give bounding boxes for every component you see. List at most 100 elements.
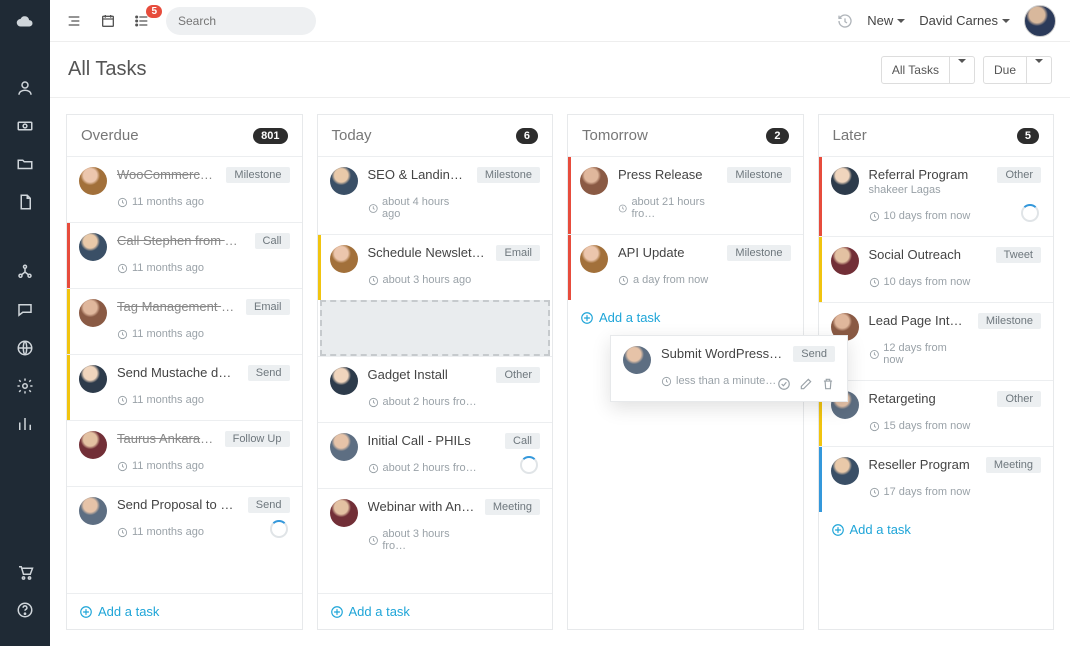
stats-icon[interactable] bbox=[15, 414, 35, 434]
search-input[interactable] bbox=[178, 14, 333, 28]
card-title: Press Release bbox=[618, 167, 717, 182]
card-tag: Send bbox=[248, 365, 290, 381]
card-title: Send Proposal to Mo… bbox=[117, 497, 238, 512]
task-card[interactable]: Call Stephen from Ge…11 months agoCall bbox=[67, 222, 302, 288]
card-tag: Milestone bbox=[727, 245, 790, 261]
column-count: 5 bbox=[1017, 128, 1039, 144]
task-card[interactable]: Gadget Installabout 2 hours fro…Other bbox=[318, 356, 553, 422]
add-task-button[interactable]: Add a task bbox=[819, 512, 1054, 547]
avatar[interactable] bbox=[1024, 5, 1056, 37]
add-task-button[interactable]: Add a task bbox=[568, 300, 803, 335]
card-title: Reseller Program bbox=[869, 457, 976, 472]
chat-icon[interactable] bbox=[15, 300, 35, 320]
task-card[interactable]: SEO & Landing pageabout 4 hours agoMiles… bbox=[318, 156, 553, 234]
task-card[interactable]: WooCommerce Blog11 months agoMilestone bbox=[67, 156, 302, 222]
cloud-icon[interactable] bbox=[15, 12, 35, 32]
card-time: 11 months ago bbox=[117, 196, 216, 208]
card-time: 11 months ago bbox=[117, 394, 238, 406]
scope-label[interactable]: All Tasks bbox=[881, 56, 950, 84]
scope-caret[interactable] bbox=[950, 56, 975, 84]
task-card[interactable]: Press Releaseabout 21 hours fro…Mileston… bbox=[568, 156, 803, 234]
column-title: Tomorrow bbox=[582, 127, 648, 144]
nav-rail bbox=[0, 0, 50, 646]
new-label: New bbox=[867, 13, 893, 28]
avatar bbox=[580, 167, 608, 195]
org-icon[interactable] bbox=[15, 262, 35, 282]
task-card[interactable]: Initial Call - PHILsabout 2 hours fro…Ca… bbox=[318, 422, 553, 488]
column-cards[interactable]: SEO & Landing pageabout 4 hours agoMiles… bbox=[318, 156, 553, 593]
page-title: All Tasks bbox=[68, 58, 147, 81]
task-card[interactable]: Social Outreach10 days from nowTweet bbox=[819, 236, 1054, 302]
card-time: about 4 hours ago bbox=[368, 196, 467, 220]
user-menu[interactable]: David Carnes bbox=[919, 13, 1010, 28]
task-card[interactable]: Schedule Newsletterabout 3 hours agoEmai… bbox=[318, 234, 553, 300]
column-cards[interactable]: WooCommerce Blog11 months agoMilestoneCa… bbox=[67, 156, 302, 593]
drop-placeholder[interactable] bbox=[320, 300, 551, 356]
edit-icon[interactable] bbox=[799, 377, 813, 391]
card-time: 17 days from now bbox=[869, 486, 976, 498]
document-icon[interactable] bbox=[15, 192, 35, 212]
card-tag: Meeting bbox=[986, 457, 1041, 473]
task-card[interactable]: Referral Programshakeer Lagas10 days fro… bbox=[819, 156, 1054, 236]
sort-caret[interactable] bbox=[1027, 56, 1052, 84]
column-cards[interactable]: Referral Programshakeer Lagas10 days fro… bbox=[819, 156, 1054, 629]
avatar bbox=[580, 245, 608, 273]
card-title: Tag Management Mail bbox=[117, 299, 236, 314]
avatar bbox=[623, 346, 651, 374]
card-time: about 2 hours fro… bbox=[368, 462, 496, 474]
card-title: Retargeting bbox=[869, 391, 988, 406]
priority-stripe bbox=[819, 237, 822, 302]
search-box[interactable] bbox=[166, 7, 316, 35]
done-icon[interactable] bbox=[777, 377, 791, 391]
card-title: Submit WordPress Pl… bbox=[661, 346, 783, 361]
add-task-button[interactable]: Add a task bbox=[318, 593, 553, 629]
card-time: 11 months ago bbox=[117, 460, 215, 472]
task-card[interactable]: Reseller Program 17 days from now Meeting bbox=[819, 446, 1054, 512]
card-time: 11 months ago bbox=[117, 526, 238, 538]
folder-icon[interactable] bbox=[15, 154, 35, 174]
new-menu[interactable]: New bbox=[867, 13, 905, 28]
globe-icon[interactable] bbox=[15, 338, 35, 358]
task-card[interactable]: Lead Page Integration12 days from nowMil… bbox=[819, 302, 1054, 380]
task-card[interactable]: Retargeting15 days from nowOther bbox=[819, 380, 1054, 446]
card-tag: Tweet bbox=[996, 247, 1041, 263]
add-task-label: Add a task bbox=[850, 522, 911, 537]
top-bar: 5 New David Carnes bbox=[50, 0, 1070, 42]
add-task-button[interactable]: Add a task bbox=[67, 593, 302, 629]
priority-stripe bbox=[318, 235, 321, 300]
view-calendar-icon[interactable] bbox=[98, 11, 118, 31]
card-time: 15 days from now bbox=[869, 420, 988, 432]
scope-filter[interactable]: All Tasks bbox=[881, 56, 975, 84]
view-list-icon[interactable]: 5 bbox=[132, 11, 152, 31]
help-icon[interactable] bbox=[15, 600, 35, 620]
avatar bbox=[79, 497, 107, 525]
view-indent-icon[interactable] bbox=[64, 11, 84, 31]
column-today: Today 6 SEO & Landing pageabout 4 hours … bbox=[317, 114, 554, 630]
task-card[interactable]: Tag Management Mail11 months agoEmail bbox=[67, 288, 302, 354]
task-card[interactable]: Send Proposal to Mo…11 months agoSend bbox=[67, 486, 302, 552]
column-title: Today bbox=[332, 127, 372, 144]
card-title: Send Mustache docu… bbox=[117, 365, 238, 380]
dragging-card[interactable]: Submit WordPress Pl… less than a minute…… bbox=[610, 335, 848, 402]
avatar bbox=[831, 457, 859, 485]
card-tag: Meeting bbox=[485, 499, 540, 515]
card-tag: Milestone bbox=[727, 167, 790, 183]
card-tag: Email bbox=[246, 299, 290, 315]
delete-icon[interactable] bbox=[821, 377, 835, 391]
cart-icon[interactable] bbox=[15, 562, 35, 582]
list-badge: 5 bbox=[146, 5, 162, 18]
user-icon[interactable] bbox=[15, 78, 35, 98]
task-card[interactable]: Send Mustache docu… 11 months ago Send bbox=[67, 354, 302, 420]
history-icon[interactable] bbox=[837, 13, 853, 29]
sort-label[interactable]: Due bbox=[983, 56, 1027, 84]
task-card[interactable]: Webinar with Andreaabout 3 hours fro…Mee… bbox=[318, 488, 553, 566]
card-time: less than a minute… bbox=[661, 375, 783, 387]
card-title: Taurus Ankara - Foll… bbox=[117, 431, 215, 446]
sort-filter[interactable]: Due bbox=[983, 56, 1052, 84]
settings-icon[interactable] bbox=[15, 376, 35, 396]
cash-icon[interactable] bbox=[15, 116, 35, 136]
column-title: Overdue bbox=[81, 127, 139, 144]
task-card[interactable]: API Updatea day from nowMilestone bbox=[568, 234, 803, 300]
column-overdue: Overdue 801 WooCommerce Blog11 months ag… bbox=[66, 114, 303, 630]
task-card[interactable]: Taurus Ankara - Foll…11 months agoFollow… bbox=[67, 420, 302, 486]
